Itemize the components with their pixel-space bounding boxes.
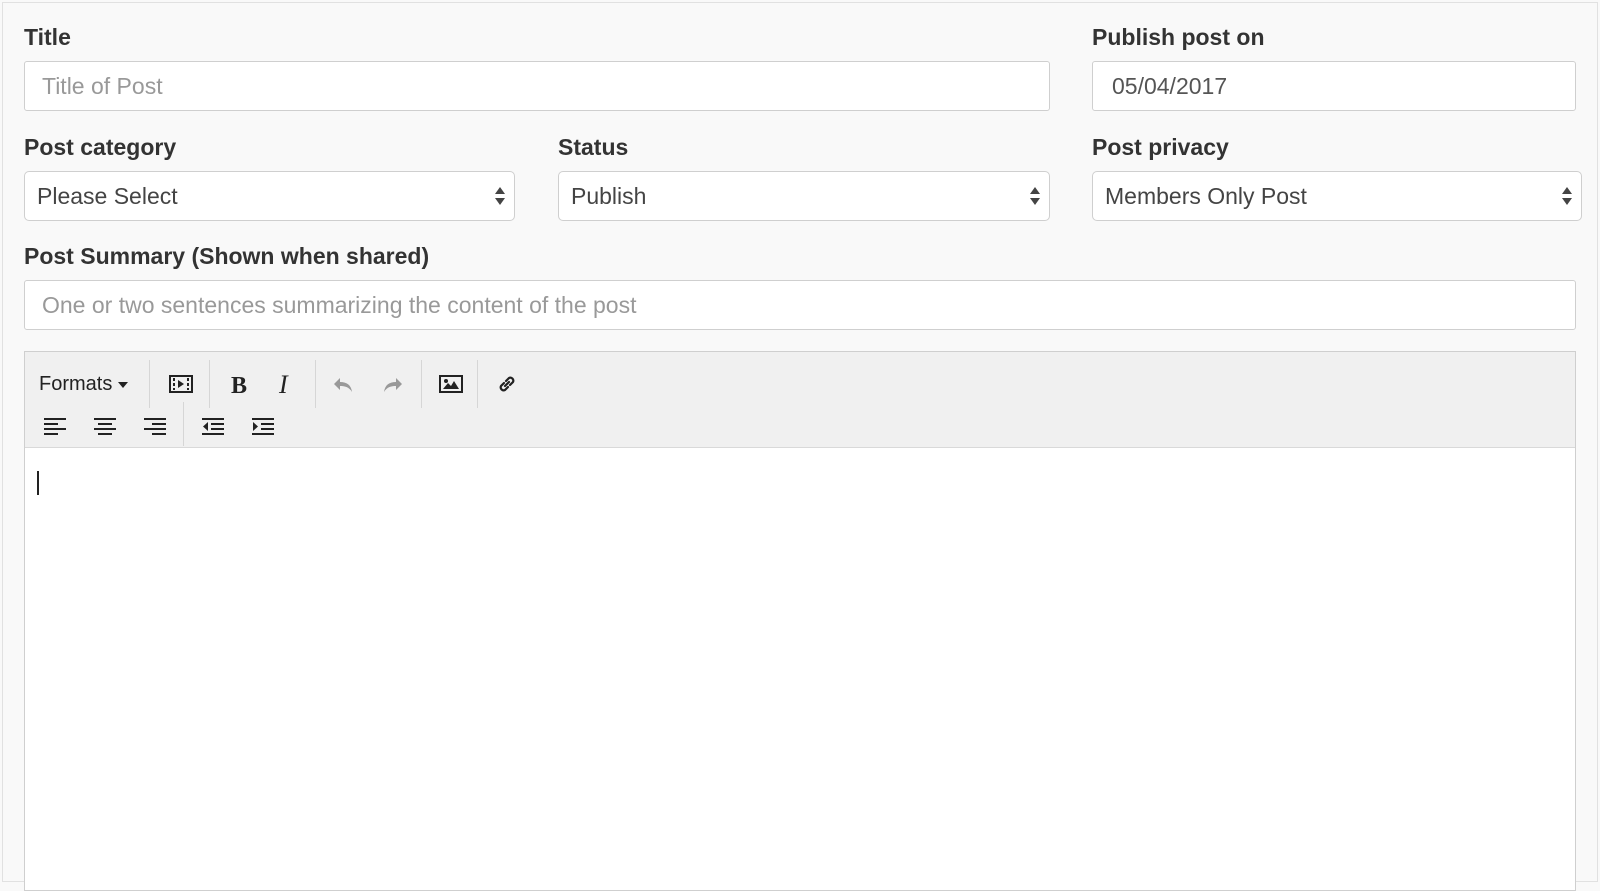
status-label: Status [558,134,629,160]
italic-icon: I [278,372,289,396]
align-right-button[interactable] [133,409,177,445]
bold-icon: B [231,373,247,396]
indent-button[interactable] [241,409,285,445]
toolbar-divider [209,360,210,408]
italic-button[interactable]: I [265,366,309,402]
insert-image-button[interactable] [429,366,473,402]
formats-label: Formats [39,373,113,395]
indent-icon [252,418,274,435]
privacy-label: Post privacy [1092,134,1229,160]
link-icon [499,376,515,392]
title-input[interactable]: Title of Post [24,61,1050,111]
summary-label: Post Summary (Shown when shared) [24,243,430,269]
svg-text:I: I [278,372,289,396]
undo-icon [334,378,352,392]
align-left-button[interactable] [33,409,77,445]
insert-link-button[interactable] [485,366,529,402]
toolbar-divider [421,360,422,408]
category-selected-value: Please Select [37,183,178,209]
select-arrows-icon [1562,187,1572,205]
publish-date-label: Publish post on [1092,24,1265,50]
outdent-button[interactable] [191,409,235,445]
media-icon [169,375,193,393]
media-button[interactable] [159,366,203,402]
rich-text-editor: Formats B I [24,351,1576,891]
redo-icon [384,378,402,392]
status-select[interactable]: Publish [558,171,1050,221]
formats-dropdown[interactable]: Formats [39,366,129,402]
select-arrows-icon [495,187,505,205]
title-label: Title [24,24,71,50]
editor-toolbar: Formats B I [25,352,1575,448]
toolbar-divider [477,360,478,408]
privacy-selected-value: Members Only Post [1105,183,1307,209]
category-select[interactable]: Please Select [24,171,515,221]
summary-input[interactable]: One or two sentences summarizing the con… [24,280,1576,330]
text-cursor [37,471,39,495]
align-center-icon [94,418,116,435]
privacy-select[interactable]: Members Only Post [1092,171,1582,221]
align-center-button[interactable] [83,409,127,445]
svg-text:B: B [231,373,247,396]
status-selected-value: Publish [571,183,647,209]
image-icon [439,375,463,393]
align-right-icon [144,418,166,435]
publish-date-input[interactable]: 05/04/2017 [1092,61,1576,111]
editor-content-area[interactable] [25,449,1575,890]
outdent-icon [202,418,224,435]
toolbar-divider [183,402,184,446]
align-left-icon [44,418,66,435]
bold-button[interactable]: B [217,366,261,402]
toolbar-divider [149,360,150,408]
redo-button[interactable] [371,366,415,402]
category-label: Post category [24,134,177,160]
toolbar-divider [315,360,316,408]
caret-down-icon [118,381,129,388]
undo-button[interactable] [321,366,365,402]
select-arrows-icon [1030,187,1040,205]
